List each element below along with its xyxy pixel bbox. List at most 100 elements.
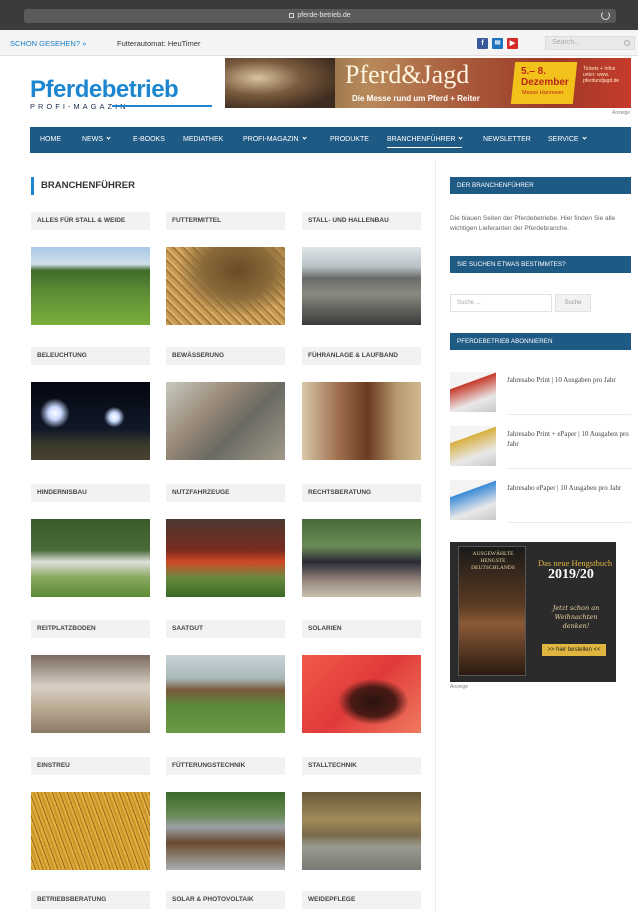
hengstbuch-cover-title: AUSGEWÄHLTE HENGSTE DEUTSCHLANDS (471, 551, 515, 571)
banner-subtitle: Die Messe rund um Pferd + Reiter (352, 94, 480, 103)
chevron-down-icon (106, 135, 111, 140)
category-photo[interactable] (166, 382, 285, 460)
subscription-divider (507, 414, 631, 415)
category-photo[interactable] (302, 247, 421, 325)
site-logo[interactable]: Pferdebetrieb PROFI-MAGAZIN (30, 78, 212, 112)
subscription-link[interactable]: Jahresabo Print | 10 Ausgaben pro Jahr (507, 375, 631, 385)
category-link[interactable]: SAATGUT (166, 620, 285, 638)
address-bar-url: pferde-betrieb.de (297, 12, 351, 19)
nav-item-news[interactable]: NEWS (82, 127, 111, 153)
nav-item-label: PROFI-MAGAZIN (243, 136, 299, 143)
category-link[interactable]: RECHTSBERATUNG (302, 484, 421, 502)
lock-icon (289, 13, 295, 18)
reload-icon[interactable] (601, 11, 610, 20)
address-bar[interactable]: pferde-betrieb.de (24, 9, 616, 23)
subscription-link[interactable]: Jahresabo Print + ePaper | 10 Ausgaben p… (507, 429, 631, 449)
category-link[interactable]: WEIDEPFLEGE (302, 891, 421, 909)
chevron-down-icon (581, 135, 587, 140)
search-icon[interactable] (624, 40, 630, 46)
banner-date-month: Dezember (521, 77, 569, 88)
category-link[interactable]: ALLES FÜR STALL & WEIDE (31, 212, 150, 230)
mail-icon[interactable]: ✉ (492, 38, 503, 49)
page-title: BRANCHENFÜHRER (31, 177, 135, 195)
category-photo[interactable] (302, 519, 421, 597)
category-photo[interactable] (31, 382, 150, 460)
ticker-label: SCHON GESEHEN? » (10, 39, 87, 48)
subscription-thumbnail[interactable] (450, 480, 496, 520)
banner-ticket-text: Tickets + Infos unter: www. pferdundjagd… (583, 66, 620, 84)
column-divider (435, 160, 436, 911)
hengstbuch-ad[interactable]: AUSGEWÄHLTE HENGSTE DEUTSCHLANDS Das neu… (450, 542, 616, 682)
nav-item-newsletter[interactable]: NEWSLETTER (483, 127, 531, 153)
top-search-input[interactable]: Search... (545, 36, 635, 50)
logo-name: Pferdebetrieb (30, 76, 179, 103)
category-photo[interactable] (302, 382, 421, 460)
hengstbuch-handwriting: Jetzt schon an Weihnachten denken! (552, 604, 600, 630)
category-link[interactable]: FÜTTERUNGSTECHNIK (166, 757, 285, 775)
subscription-thumbnail[interactable] (450, 372, 496, 412)
banner-venue: Messe Hannover (522, 90, 564, 96)
subscription-link[interactable]: Jahresabo ePaper | 10 Ausgaben pro Jahr (507, 483, 631, 493)
sidebar-ad-label: Anzeige (450, 684, 469, 690)
category-photo[interactable] (31, 247, 150, 325)
category-link[interactable]: FUTTERMITTEL (166, 212, 285, 230)
sidebar-search-input[interactable]: Suche ... (450, 294, 552, 312)
category-photo[interactable] (166, 792, 285, 870)
category-photo[interactable] (166, 519, 285, 597)
top-strip: SCHON GESEHEN? » Futterautomat: HeuTimer… (0, 30, 638, 56)
category-link[interactable]: STALLTECHNIK (302, 757, 421, 775)
nav-item-produkte[interactable]: PRODUKTE (330, 127, 369, 153)
widget-title-about: DER BRANCHENFÜHRER (450, 177, 631, 194)
category-link[interactable]: HINDERNISBAU (31, 484, 150, 502)
category-link[interactable]: BELEUCHTUNG (31, 347, 150, 365)
nav-item-profi-magazin[interactable]: PROFI-MAGAZIN (243, 127, 307, 153)
browser-toolbar: pferde-betrieb.de (0, 0, 638, 30)
category-photo[interactable] (31, 792, 150, 870)
nav-item-mediathek[interactable]: MEDIATHEK (183, 127, 223, 153)
category-photo[interactable] (166, 655, 285, 733)
category-link[interactable]: REITPLATZBODEN (31, 620, 150, 638)
hengstbuch-order-button[interactable]: >> hier bestellen << (542, 644, 606, 656)
nav-item-home[interactable]: HOME (40, 127, 61, 153)
subscription-divider (507, 522, 631, 523)
category-photo[interactable] (302, 792, 421, 870)
banner-title: Pferd&Jagd (345, 60, 470, 89)
subscription-thumbnail[interactable] (450, 426, 496, 466)
category-photo[interactable] (302, 655, 421, 733)
category-link[interactable]: BETRIEBSBERATUNG (31, 891, 150, 909)
hengstbuch-year: 2019/20 (548, 567, 594, 582)
logo-underline (112, 105, 212, 107)
category-link[interactable]: FÜHRANLAGE & LAUFBAND (302, 347, 421, 365)
chevron-down-icon (458, 135, 464, 140)
nav-item-label: HOME (40, 136, 61, 143)
top-search-placeholder: Search... (552, 39, 581, 46)
facebook-icon[interactable]: f (477, 38, 488, 49)
category-photo[interactable] (31, 519, 150, 597)
category-link[interactable]: NUTZFAHRZEUGE (166, 484, 285, 502)
nav-item-service[interactable]: SERVICE (548, 127, 587, 153)
category-photo[interactable] (166, 247, 285, 325)
nav-item-label: SERVICE (548, 136, 579, 143)
sidebar-search-button[interactable]: Suche (555, 294, 591, 312)
banner-ad[interactable]: Pferd&Jagd Die Messe rund um Pferd + Rei… (225, 58, 631, 108)
ticker-link[interactable]: Futterautomat: HeuTimer (117, 39, 201, 48)
category-link[interactable]: SOLAR & PHOTOVOLTAIK (166, 891, 285, 909)
category-link[interactable]: SOLARIEN (302, 620, 421, 638)
nav-item-label: MEDIATHEK (183, 136, 224, 143)
nav-item-label: NEWS (82, 136, 103, 143)
subscription-divider (507, 468, 631, 469)
category-link[interactable]: STALL- UND HALLENBAU (302, 212, 421, 230)
widget-about-text: Die blauen Seiten der Pferdebetriebe. Hi… (450, 215, 616, 232)
nav-item-label: BRANCHENFÜHRER (387, 136, 456, 143)
main-nav: HOME NEWS E-BOOKS MEDIATHEK PROFI-MAGAZIN PRO… (30, 127, 631, 153)
nav-item-label: E-BOOKS (133, 136, 165, 143)
nav-item-e-books[interactable]: E-BOOKS (133, 127, 165, 153)
banner-date: 5.– 8. Dezember (521, 66, 569, 88)
hengstbuch-cover: AUSGEWÄHLTE HENGSTE DEUTSCHLANDS (458, 546, 526, 676)
category-link[interactable]: EINSTREU (31, 757, 150, 775)
category-link[interactable]: BEWÄSSERUNG (166, 347, 285, 365)
nav-item-branchenführer[interactable]: BRANCHENFÜHRER (387, 127, 464, 153)
youtube-icon[interactable]: ▶ (507, 38, 518, 49)
chevron-down-icon (302, 135, 307, 140)
category-photo[interactable] (31, 655, 150, 733)
